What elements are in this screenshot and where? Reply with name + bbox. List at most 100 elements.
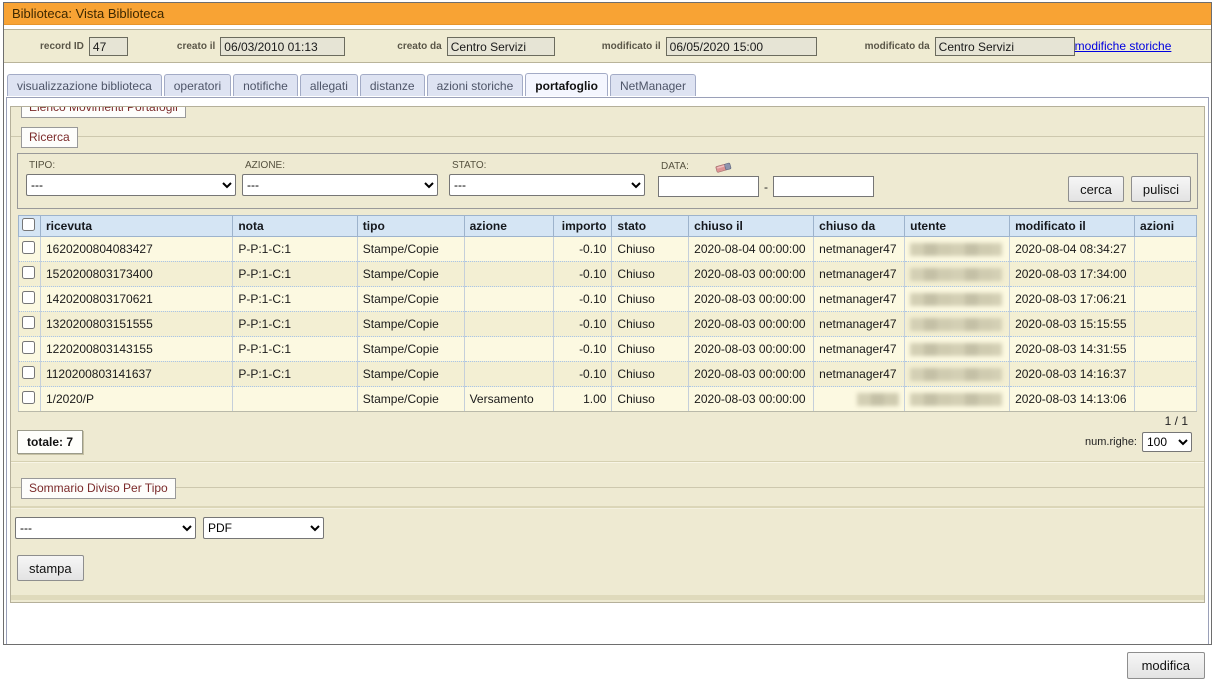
clear-button[interactable]: pulisci bbox=[1131, 176, 1191, 202]
select-all-checkbox[interactable] bbox=[22, 218, 35, 231]
summary-type-select[interactable]: --- bbox=[15, 517, 196, 539]
cell-azione bbox=[464, 237, 554, 262]
cell-azioni bbox=[1135, 387, 1197, 412]
rows-per-page-select[interactable]: 100 bbox=[1142, 432, 1192, 452]
total-count-badge: totale: 7 bbox=[17, 430, 83, 454]
tab-notifiche[interactable]: notifiche bbox=[233, 74, 298, 96]
table-header-row: ricevuta nota tipo azione importo stato … bbox=[19, 216, 1197, 237]
data-filter-group: DATA: bbox=[658, 160, 874, 197]
summary-controls: --- PDF bbox=[15, 517, 1204, 539]
eraser-icon[interactable] bbox=[715, 160, 733, 173]
tab-netmanager[interactable]: NetManager bbox=[610, 74, 696, 96]
page-title: Biblioteca: Vista Biblioteca bbox=[12, 6, 164, 21]
cell-tipo: Stampe/Copie bbox=[357, 337, 464, 362]
row-checkbox[interactable] bbox=[22, 291, 35, 304]
col-nota: nota bbox=[233, 216, 357, 237]
cell-nota: P-P:1-C:1 bbox=[233, 287, 357, 312]
created-by-value: Centro Servizi bbox=[447, 37, 555, 56]
cell-chiuso-il: 2020-08-03 00:00:00 bbox=[689, 287, 814, 312]
search-filter-box: TIPO: --- AZIONE: --- STATO: bbox=[17, 153, 1198, 209]
print-button[interactable]: stampa bbox=[17, 555, 84, 581]
cell-azione: Versamento bbox=[464, 387, 554, 412]
cell-chiuso-da: netmanager47 bbox=[814, 362, 905, 387]
tab-azioni-storiche[interactable]: azioni storiche bbox=[427, 74, 524, 96]
row-checkbox[interactable] bbox=[22, 341, 35, 354]
modified-at-group: modificato il 06/05/2020 15:00 bbox=[602, 37, 817, 56]
cell-ricevuta: 1120200803141637 bbox=[40, 362, 232, 387]
cell-chiuso-da: netmanager47 bbox=[814, 237, 905, 262]
table-row: 1/2020/P Stampe/Copie Versamento 1.00 Ch… bbox=[19, 387, 1197, 412]
cell-nota bbox=[233, 387, 357, 412]
summary-format-select[interactable]: PDF bbox=[203, 517, 324, 539]
bottom-action-bar: modifica bbox=[1127, 652, 1205, 679]
tipo-filter-select[interactable]: --- bbox=[26, 174, 236, 196]
summary-section-title: Sommario Diviso Per Tipo bbox=[21, 478, 176, 499]
history-changes-link[interactable]: modifiche storiche bbox=[1075, 39, 1172, 53]
cell-azione bbox=[464, 262, 554, 287]
tab-visualizzazione-biblioteca[interactable]: visualizzazione biblioteca bbox=[7, 74, 162, 96]
cell-importo: -0.10 bbox=[554, 337, 612, 362]
modified-at-label: modificato il bbox=[602, 41, 661, 52]
col-chiuso-da: chiuso da bbox=[814, 216, 905, 237]
azione-filter-select[interactable]: --- bbox=[242, 174, 438, 196]
tab-distanze[interactable]: distanze bbox=[360, 74, 425, 96]
row-checkbox[interactable] bbox=[22, 266, 35, 279]
cell-ricevuta: 1220200803143155 bbox=[40, 337, 232, 362]
date-range-row: - bbox=[658, 176, 874, 197]
tipo-filter-label: TIPO: bbox=[26, 160, 236, 171]
col-utente: utente bbox=[905, 216, 1010, 237]
data-filter-label: DATA: bbox=[658, 160, 874, 173]
cell-modificato-il: 2020-08-03 17:34:00 bbox=[1010, 262, 1135, 287]
cell-chiuso-il: 2020-08-04 00:00:00 bbox=[689, 237, 814, 262]
col-modificato-il: modificato il bbox=[1010, 216, 1135, 237]
cell-chiuso-il: 2020-08-03 00:00:00 bbox=[689, 262, 814, 287]
date-from-input[interactable] bbox=[658, 176, 759, 197]
created-by-label: creato da bbox=[397, 41, 441, 52]
cell-modificato-il: 2020-08-03 14:13:06 bbox=[1010, 387, 1135, 412]
stato-filter-select[interactable]: --- bbox=[449, 174, 645, 196]
table-row: 1220200803143155 P-P:1-C:1 Stampe/Copie … bbox=[19, 337, 1197, 362]
cell-importo: -0.10 bbox=[554, 362, 612, 387]
cell-tipo: Stampe/Copie bbox=[357, 312, 464, 337]
edit-button[interactable]: modifica bbox=[1127, 652, 1205, 679]
cell-stato: Chiuso bbox=[612, 387, 689, 412]
modified-by-label: modificato da bbox=[865, 41, 930, 52]
cell-stato: Chiuso bbox=[612, 312, 689, 337]
data-filter-label-text: DATA: bbox=[661, 161, 689, 172]
created-at-label: creato il bbox=[177, 41, 215, 52]
cell-modificato-il: 2020-08-03 14:16:37 bbox=[1010, 362, 1135, 387]
section-divider bbox=[11, 461, 1204, 463]
cell-chiuso-da-redacted bbox=[814, 387, 905, 412]
row-checkbox[interactable] bbox=[22, 366, 35, 379]
row-checkbox[interactable] bbox=[22, 391, 35, 404]
cell-chiuso-il: 2020-08-03 00:00:00 bbox=[689, 362, 814, 387]
azione-filter-group: AZIONE: --- bbox=[242, 160, 438, 196]
cell-utente-redacted bbox=[905, 312, 1010, 337]
cell-azioni bbox=[1135, 312, 1197, 337]
table-row: 1520200803173400 P-P:1-C:1 Stampe/Copie … bbox=[19, 262, 1197, 287]
col-chiuso-il: chiuso il bbox=[689, 216, 814, 237]
cell-chiuso-il: 2020-08-03 00:00:00 bbox=[689, 337, 814, 362]
cell-nota: P-P:1-C:1 bbox=[233, 262, 357, 287]
date-to-input[interactable] bbox=[773, 176, 874, 197]
tab-allegati[interactable]: allegati bbox=[300, 74, 358, 96]
cell-modificato-il: 2020-08-03 17:06:21 bbox=[1010, 287, 1135, 312]
row-checkbox[interactable] bbox=[22, 316, 35, 329]
cell-ricevuta: 1320200803151555 bbox=[40, 312, 232, 337]
table-row: 1120200803141637 P-P:1-C:1 Stampe/Copie … bbox=[19, 362, 1197, 387]
modified-by-group: modificato da Centro Servizi bbox=[865, 37, 1075, 56]
tab-operatori[interactable]: operatori bbox=[164, 74, 231, 96]
cell-ricevuta: 1420200803170621 bbox=[40, 287, 232, 312]
search-section-title: Ricerca bbox=[21, 127, 78, 148]
col-stato: stato bbox=[612, 216, 689, 237]
record-id-value: 47 bbox=[89, 37, 128, 56]
table-row: 1420200803170621 P-P:1-C:1 Stampe/Copie … bbox=[19, 287, 1197, 312]
cell-utente-redacted bbox=[905, 362, 1010, 387]
tab-portafoglio[interactable]: portafoglio bbox=[525, 73, 608, 96]
row-checkbox[interactable] bbox=[22, 241, 35, 254]
summary-divider bbox=[11, 506, 1204, 509]
cell-azione bbox=[464, 362, 554, 387]
search-button[interactable]: cerca bbox=[1068, 176, 1124, 202]
record-id-label: record ID bbox=[40, 41, 84, 52]
col-importo: importo bbox=[554, 216, 612, 237]
